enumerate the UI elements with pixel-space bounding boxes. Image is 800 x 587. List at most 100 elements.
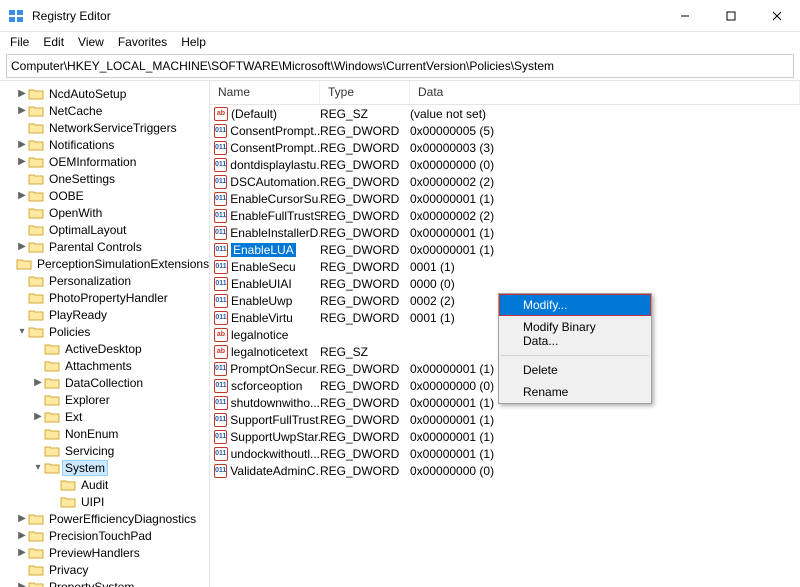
menu-file[interactable]: File (4, 33, 35, 51)
tree-node[interactable]: OpenWith (0, 204, 209, 221)
tree-node[interactable]: ActiveDesktop (0, 340, 209, 357)
tree-node[interactable]: ▶Ext (0, 408, 209, 425)
registry-tree[interactable]: ▶NcdAutoSetup▶NetCacheNetworkServiceTrig… (0, 81, 210, 587)
expander-icon[interactable]: ▶ (16, 139, 28, 151)
expander-icon[interactable]: ▶ (16, 547, 28, 559)
tree-node-label: NonEnum (62, 426, 121, 442)
menu-item[interactable]: Rename (499, 381, 651, 403)
value-string-icon: ab (214, 107, 228, 121)
tree-node[interactable]: ▶OEMInformation (0, 153, 209, 170)
column-type[interactable]: Type (320, 81, 410, 104)
list-item[interactable]: 011DSCAutomation...REG_DWORD0x00000002 (… (210, 173, 800, 190)
tree-node[interactable]: Explorer (0, 391, 209, 408)
tree-node-label: PropertySystem (46, 579, 137, 587)
folder-icon (28, 240, 44, 254)
list-item[interactable]: 011SupportFullTrust...REG_DWORD0x0000000… (210, 411, 800, 428)
expander-icon[interactable]: ▶ (16, 190, 28, 202)
tree-node[interactable]: ▾Policies (0, 323, 209, 340)
maximize-button[interactable] (708, 0, 754, 32)
menu-edit[interactable]: Edit (37, 33, 70, 51)
value-name: EnableSecu (231, 260, 296, 274)
tree-node[interactable]: ▶ PropertySystem (0, 578, 209, 587)
tree-node[interactable]: PhotoPropertyHandler (0, 289, 209, 306)
list-item[interactable]: 011EnableSecuREG_DWORD 0001 (1) (210, 258, 800, 275)
column-data[interactable]: Data (410, 81, 800, 104)
list-item[interactable]: 011EnableLUAREG_DWORD0x00000001 (1) (210, 241, 800, 258)
list-item[interactable]: 011ValidateAdminC...REG_DWORD0x00000000 … (210, 462, 800, 479)
expander-icon[interactable]: ▶ (32, 377, 44, 389)
tree-node[interactable]: ▶NetCache (0, 102, 209, 119)
address-bar[interactable]: Computer\HKEY_LOCAL_MACHINE\SOFTWARE\Mic… (6, 54, 794, 78)
column-name[interactable]: Name (210, 81, 320, 104)
tree-node[interactable]: Servicing (0, 442, 209, 459)
tree-node-label: DataCollection (62, 375, 146, 391)
value-type: REG_DWORD (320, 141, 410, 155)
list-item[interactable]: 011EnableUIAIREG_DWORD 0000 (0) (210, 275, 800, 292)
value-string-icon: ab (214, 328, 228, 342)
tree-node[interactable]: Audit (0, 476, 209, 493)
tree-node[interactable]: ▶PowerEfficiencyDiagnostics (0, 510, 209, 527)
tree-node[interactable]: OptimalLayout (0, 221, 209, 238)
list-item[interactable]: 011ConsentPrompt...REG_DWORD0x00000003 (… (210, 139, 800, 156)
tree-node[interactable]: NetworkServiceTriggers (0, 119, 209, 136)
value-dword-icon: 011 (214, 464, 227, 478)
menu-item[interactable]: Delete (499, 359, 651, 381)
minimize-button[interactable] (662, 0, 708, 32)
tree-node[interactable]: ▾ System (0, 459, 209, 476)
expander-icon[interactable]: ▶ (16, 530, 28, 542)
tree-node[interactable]: PerceptionSimulationExtensions (0, 255, 209, 272)
folder-icon (28, 563, 44, 577)
tree-node[interactable]: ▶OOBE (0, 187, 209, 204)
expander-icon[interactable]: ▾ (16, 326, 28, 338)
menu-help[interactable]: Help (175, 33, 212, 51)
list-item[interactable]: ab(Default)REG_SZ(value not set) (210, 105, 800, 122)
folder-icon (44, 393, 60, 407)
value-data: 0x00000001 (1) (410, 192, 800, 206)
menu-item[interactable]: Modify Binary Data... (499, 316, 651, 352)
expander-icon[interactable]: ▶ (16, 88, 28, 100)
tree-node-label: System (62, 460, 108, 476)
tree-node[interactable]: ▶NcdAutoSetup (0, 85, 209, 102)
tree-node-label: Explorer (62, 392, 113, 408)
tree-node[interactable]: ▶PreviewHandlers (0, 544, 209, 561)
tree-node-label: UIPI (78, 494, 107, 510)
list-header[interactable]: Name Type Data (210, 81, 800, 105)
tree-node[interactable]: ▶Parental Controls (0, 238, 209, 255)
tree-node[interactable]: ▶PrecisionTouchPad (0, 527, 209, 544)
list-item[interactable]: 011dontdisplaylastu...REG_DWORD0x0000000… (210, 156, 800, 173)
list-item[interactable]: 011EnableInstallerD...REG_DWORD0x0000000… (210, 224, 800, 241)
tree-node-label: OpenWith (46, 205, 105, 221)
tree-node[interactable]: UIPI (0, 493, 209, 510)
list-item[interactable]: 011SupportUwpStar...REG_DWORD0x00000001 … (210, 428, 800, 445)
list-item[interactable]: 011EnableFullTrustS...REG_DWORD0x0000000… (210, 207, 800, 224)
folder-icon (16, 257, 32, 271)
list-item[interactable]: 011ConsentPrompt...REG_DWORD0x00000005 (… (210, 122, 800, 139)
tree-node[interactable]: PlayReady (0, 306, 209, 323)
value-type: REG_DWORD (320, 379, 410, 393)
close-button[interactable] (754, 0, 800, 32)
expander-icon[interactable]: ▶ (16, 241, 28, 253)
expander-icon[interactable]: ▶ (16, 513, 28, 525)
expander-icon[interactable]: ▶ (16, 581, 28, 587)
expander-icon[interactable]: ▶ (32, 411, 44, 423)
tree-node[interactable]: Attachments (0, 357, 209, 374)
expander-icon[interactable]: ▶ (16, 156, 28, 168)
expander-icon[interactable]: ▾ (32, 462, 44, 474)
tree-node[interactable]: ▶Notifications (0, 136, 209, 153)
tree-node[interactable]: ▶ DataCollection (0, 374, 209, 391)
value-name: EnableUIAI (231, 277, 292, 291)
registry-value-list: Name Type Data ab(Default)REG_SZ(value n… (210, 81, 800, 587)
value-dword-icon: 011 (214, 243, 228, 257)
tree-node[interactable]: NonEnum (0, 425, 209, 442)
value-data: 0x00000002 (2) (410, 175, 800, 189)
tree-node[interactable]: OneSettings (0, 170, 209, 187)
menu-item[interactable]: Modify... (499, 294, 651, 316)
tree-node[interactable]: Privacy (0, 561, 209, 578)
list-item[interactable]: 011EnableCursorSu...REG_DWORD0x00000001 … (210, 190, 800, 207)
expander-icon[interactable]: ▶ (16, 105, 28, 117)
list-item[interactable]: 011undockwithoutl...REG_DWORD0x00000001 … (210, 445, 800, 462)
value-type: REG_SZ (320, 345, 410, 359)
menu-view[interactable]: View (72, 33, 110, 51)
tree-node[interactable]: Personalization (0, 272, 209, 289)
menu-favorites[interactable]: Favorites (112, 33, 173, 51)
